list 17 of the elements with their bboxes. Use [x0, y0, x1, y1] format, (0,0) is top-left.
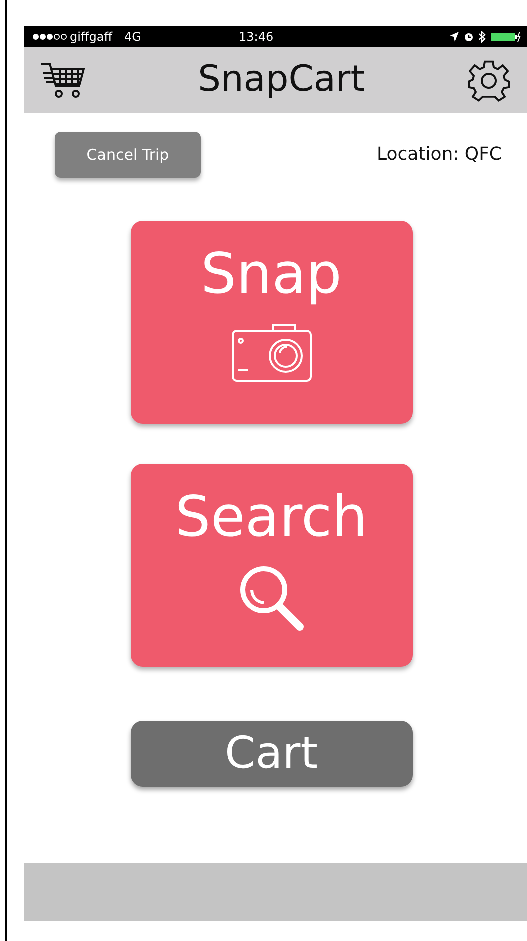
- bluetooth-icon: [479, 30, 486, 42]
- location-arrow-icon: [450, 32, 459, 42]
- app-title: SnapCart: [198, 58, 365, 102]
- camera-icon: [230, 321, 312, 383]
- location-label: Location: QFC: [376, 142, 502, 166]
- signal-icon: [32, 32, 68, 40]
- settings-icon[interactable]: [466, 58, 511, 102]
- cart-icon[interactable]: [40, 60, 86, 100]
- search-button[interactable]: Search: [130, 464, 412, 667]
- carrier-name: giffgaff: [70, 28, 112, 46]
- alarm-icon: [464, 32, 474, 42]
- network-type: 4G: [124, 28, 142, 46]
- status-time: 13:46: [239, 28, 274, 46]
- battery-icon: [491, 32, 521, 42]
- snap-button[interactable]: Snap: [130, 221, 412, 424]
- cart-button[interactable]: Cart: [130, 721, 412, 787]
- cancel-trip-button[interactable]: Cancel Trip: [55, 132, 201, 178]
